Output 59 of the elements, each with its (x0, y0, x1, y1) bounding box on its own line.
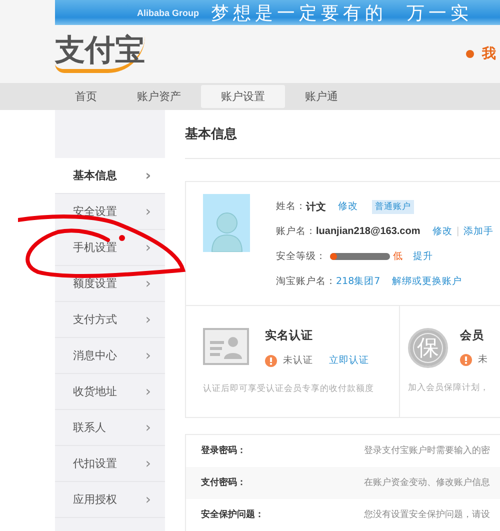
field-label: 姓名： (276, 200, 306, 213)
setting-description: 登录支付宝账户时需要输入的密 (364, 445, 490, 457)
chevron-icon: › (145, 456, 151, 472)
field-label: 账户名： (276, 225, 316, 238)
warning-icon (460, 354, 472, 366)
sidebar-item[interactable]: 收货地址 › (55, 374, 165, 410)
brand-text: Alibaba Group (137, 8, 200, 18)
sidebar-item[interactable]: 联系人 › (55, 410, 165, 446)
account-value: luanjian218@163.com (316, 226, 420, 237)
field-label: 安全等级： (276, 250, 326, 263)
chevron-icon: › (145, 420, 151, 436)
edit-link[interactable]: 修改 (338, 200, 358, 213)
card-title: 实名认证 (265, 328, 314, 344)
avatar-placeholder (203, 194, 250, 252)
chevron-icon: › (145, 240, 151, 256)
card-title: 会员 (460, 328, 485, 344)
nav-tab[interactable]: 账户通 (285, 85, 358, 108)
chevron-icon: › (145, 168, 151, 184)
sidebar-item[interactable]: 基本信息 › (55, 158, 165, 194)
seal-icon: 保 (408, 328, 448, 368)
security-reading: 低 (393, 250, 403, 263)
dot-icon (466, 50, 474, 58)
add-phone-link[interactable]: 添加手 (463, 225, 494, 238)
nav-tab[interactable]: 首页 (55, 85, 117, 108)
name-value: 计文 (306, 200, 326, 214)
nav-tab[interactable]: 账户资产 (117, 85, 201, 108)
account-type-badge: 普通账户 (372, 200, 414, 214)
card-note: 加入会员保障计划， (408, 382, 490, 394)
chevron-icon: › (145, 204, 151, 220)
status-text: 未 (478, 353, 488, 366)
sidebar-item[interactable]: 代扣设置 › (55, 446, 165, 482)
setting-label: 支付密码： (201, 477, 247, 489)
chevron-icon: › (145, 492, 151, 508)
edit-link[interactable]: 修改 (432, 225, 452, 238)
setting-description: 在账户资金变动、修改账户信息 (364, 477, 490, 489)
sidebar-item[interactable]: 应用授权 › (55, 482, 165, 518)
banner-slogan: 梦想是一定要有的 万一实 (211, 2, 472, 24)
card-note: 认证后即可享受认证会员专享的收付款额度 (203, 383, 375, 395)
chevron-icon: › (145, 384, 151, 400)
separator: | (456, 226, 460, 237)
setting-label: 登录密码： (201, 445, 247, 457)
chevron-icon: › (145, 348, 151, 364)
sidebar-item[interactable]: 支付方式 › (55, 302, 165, 338)
taobao-account-link[interactable]: 218集团7 (336, 275, 380, 288)
chevron-icon: › (145, 312, 151, 328)
sidebar-item[interactable]: 额度设置 › (55, 266, 165, 302)
setting-description: 您没有设置安全保护问题，请设 (364, 509, 490, 521)
upgrade-link[interactable]: 提升 (413, 250, 433, 263)
id-card-icon (203, 328, 249, 365)
field-label: 淘宝账户名： (276, 275, 336, 288)
status-text: 未认证 (283, 354, 313, 367)
sidebar-item[interactable]: 消息中心 › (55, 338, 165, 374)
nav-tab[interactable]: 账户设置 (201, 85, 285, 108)
warning-icon (265, 354, 277, 366)
chevron-icon: › (145, 276, 151, 292)
unbind-link[interactable]: 解绑或更换账户 (392, 275, 462, 288)
setting-label: 安全保护问题： (201, 509, 265, 521)
section-title: 基本信息 (185, 110, 500, 159)
verify-link[interactable]: 立即认证 (329, 354, 369, 367)
